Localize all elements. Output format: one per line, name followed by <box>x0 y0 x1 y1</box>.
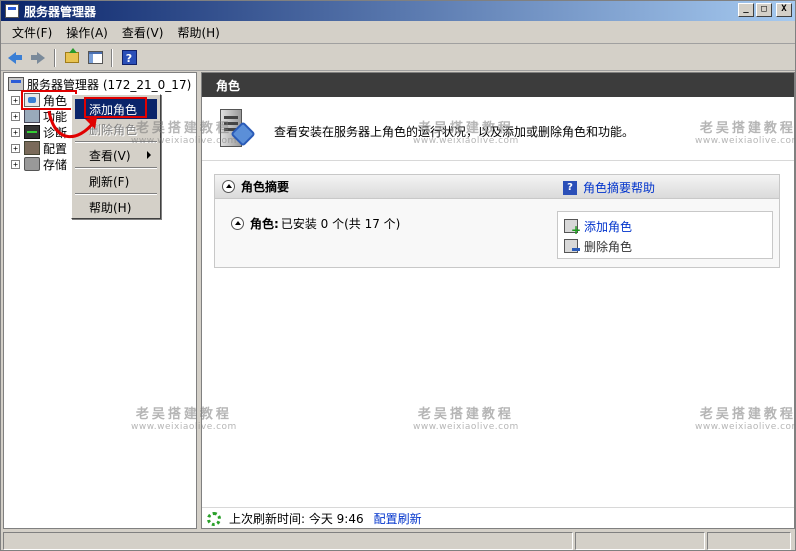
minimize-button[interactable]: _ <box>738 3 754 17</box>
expand-icon[interactable]: + <box>11 127 20 137</box>
help-icon: ? <box>121 50 137 65</box>
back-button[interactable] <box>5 48 25 68</box>
window-controls: _ □ X <box>738 3 792 17</box>
collapse-icon[interactable] <box>231 217 244 230</box>
help-button[interactable]: ? <box>119 48 139 68</box>
configuration-icon <box>24 141 40 155</box>
roles-summary-header[interactable]: 角色摘要 ? 角色摘要帮助 <box>215 175 779 199</box>
server-manager-window: 服务器管理器 _ □ X 文件(F) 操作(A) 查看(V) 帮助(H) ? 服… <box>0 0 796 551</box>
remove-roles-task[interactable]: 删除角色 <box>564 236 632 256</box>
diagnostics-icon <box>24 125 40 139</box>
forward-arrow-icon <box>37 51 45 64</box>
remove-roles-link[interactable]: 删除角色 <box>584 238 632 255</box>
refresh-bar: 上次刷新时间: 今天 9:46 配置刷新 <box>202 507 794 528</box>
menu-help[interactable]: 帮助(H) <box>170 22 226 43</box>
toolbar-separator <box>111 48 113 67</box>
roles-label: 角色: <box>250 217 279 231</box>
toolbar-separator <box>54 48 56 67</box>
toolbar: ? <box>1 45 795 71</box>
submenu-arrow-icon <box>147 151 151 159</box>
features-icon <box>24 109 40 123</box>
context-refresh[interactable]: 刷新(F) <box>75 171 157 191</box>
add-roles-task[interactable]: 添加角色 <box>564 216 632 237</box>
remove-roles-icon <box>564 239 580 253</box>
status-cell-main <box>3 532 573 550</box>
intro-text: 查看安装在服务器上角色的运行状况，以及添加或删除角色和功能。 <box>274 125 635 139</box>
configure-refresh-link[interactable]: 配置刷新 <box>374 510 422 527</box>
context-help[interactable]: 帮助(H) <box>75 197 157 217</box>
roles-summary-help-link[interactable]: 角色摘要帮助 <box>583 179 655 196</box>
roles-count-row: 角色: 已安装 0 个(共 17 个) <box>231 215 400 232</box>
expand-icon[interactable]: + <box>11 143 20 153</box>
intro-section: 查看安装在服务器上角色的运行状况，以及添加或删除角色和功能。 <box>202 97 794 161</box>
add-roles-link[interactable]: 添加角色 <box>584 218 632 235</box>
expand-icon[interactable]: + <box>11 95 20 105</box>
title-bar[interactable]: 服务器管理器 _ □ X <box>1 1 795 21</box>
status-cell-2 <box>575 532 705 550</box>
help-icon: ? <box>563 180 577 195</box>
menu-file[interactable]: 文件(F) <box>5 22 59 43</box>
collapse-icon[interactable] <box>222 180 235 193</box>
menu-bar: 文件(F) 操作(A) 查看(V) 帮助(H) <box>1 22 795 44</box>
roles-summary-help[interactable]: ? 角色摘要帮助 <box>563 179 655 196</box>
content-header: 角色 <box>202 73 794 97</box>
content-pane: 角色 查看安装在服务器上角色的运行状况，以及添加或删除角色和功能。 角色摘要 ?… <box>201 72 795 529</box>
last-refresh-text: 上次刷新时间: 今天 9:46 <box>229 512 364 526</box>
maximize-button[interactable]: □ <box>756 3 772 17</box>
menu-action[interactable]: 操作(A) <box>59 22 115 43</box>
console-tree-icon <box>87 51 103 64</box>
context-separator <box>75 193 157 195</box>
forward-button[interactable] <box>28 48 48 68</box>
roles-status: 已安装 0 个(共 17 个) <box>280 217 401 231</box>
server-manager-icon <box>8 77 24 91</box>
window-title: 服务器管理器 <box>24 4 97 19</box>
status-bar <box>1 531 795 550</box>
server-manager-app-icon <box>5 4 19 18</box>
storage-icon <box>24 157 40 171</box>
folder-up-icon <box>65 48 79 63</box>
expand-icon[interactable]: + <box>11 111 20 121</box>
status-cell-3 <box>707 532 791 550</box>
close-button[interactable]: X <box>776 3 792 17</box>
show-hide-tree-button[interactable] <box>85 48 105 68</box>
expand-icon[interactable]: + <box>11 159 20 169</box>
tree-item-label: 存储 <box>43 157 68 172</box>
roles-summary-title: 角色摘要 <box>241 180 290 194</box>
server-roles-icon <box>216 105 256 151</box>
menu-view[interactable]: 查看(V) <box>115 22 171 43</box>
context-separator <box>75 167 157 169</box>
roles-tasks: 添加角色 删除角色 <box>557 211 773 259</box>
up-one-level-button[interactable] <box>62 48 82 68</box>
back-arrow-icon <box>8 51 16 64</box>
tree-item-storage[interactable]: + 存储 <box>11 156 67 172</box>
annotation-arrow-icon <box>47 110 97 138</box>
roles-summary-panel: 角色摘要 ? 角色摘要帮助 角色: 已安装 0 个(共 17 个) 添加角色 <box>214 174 780 268</box>
add-roles-icon <box>564 219 581 237</box>
refresh-icon <box>207 511 221 526</box>
